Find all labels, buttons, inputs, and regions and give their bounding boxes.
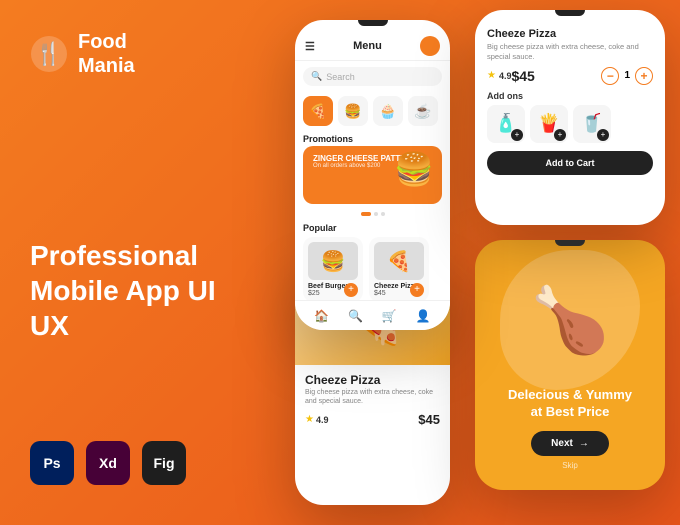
promo-dots [295, 208, 450, 220]
addon-2-badge: + [554, 129, 566, 141]
pizza-rating: 4.9 [316, 415, 329, 425]
phones-area: ☰ Menu 🔍 Search 🍕 🍔 🧁 ☕ Promotions ZINGE… [240, 0, 680, 525]
item-1-image: 🍔 [308, 242, 358, 280]
pizza-rating-price-row: ★ 4.9 $45 [305, 412, 440, 427]
search-placeholder: Search [326, 72, 355, 82]
addon-3[interactable]: 🥤 + [573, 105, 611, 143]
category-pizza[interactable]: 🍕 [303, 96, 333, 126]
qty-plus-button[interactable]: + [635, 67, 653, 85]
rating-price-row: ★ 4.9 $45 − 1 + [487, 67, 653, 85]
item-2-image: 🍕 [374, 242, 424, 280]
logo-area: 🍴 Food Mania [30, 30, 260, 78]
phone-top-right: Cheeze Pizza Big cheese pizza with extra… [475, 10, 665, 225]
addon-2[interactable]: 🍟 + [530, 105, 568, 143]
star-icon: ★ [487, 70, 496, 81]
splash-tagline: Delecious & Yummy at Best Price [508, 387, 632, 421]
nav-home-icon[interactable]: 🏠 [314, 309, 329, 323]
item-2-add-button[interactable]: + [410, 283, 424, 297]
dot-1 [361, 212, 371, 216]
addons-title: Add ons [487, 91, 653, 101]
search-bar[interactable]: 🔍 Search [303, 67, 442, 86]
pizza-title: Cheeze Pizza [305, 373, 440, 387]
pizza-price: $45 [418, 412, 440, 427]
nav-search-icon[interactable]: 🔍 [348, 309, 363, 323]
popular-item-2[interactable]: 🍕 Cheeze Pizza $45 + [369, 237, 429, 302]
skip-label[interactable]: Skip [562, 461, 578, 470]
tool-badges: Ps Xd Fig [30, 441, 260, 495]
promo-burger-image: 🍔 [394, 150, 434, 188]
pizza-detail-content: Cheeze Pizza Big cheese pizza with extra… [295, 365, 450, 435]
badge-figma: Fig [142, 441, 186, 485]
order-item-desc: Big cheese pizza with extra cheese, coke… [487, 42, 653, 62]
next-button[interactable]: Next → [531, 431, 609, 456]
phone-main: ☰ Menu 🔍 Search 🍕 🍔 🧁 ☕ Promotions ZINGE… [295, 20, 450, 330]
badge-photoshop: Ps [30, 441, 74, 485]
addons-list: 🧴 + 🍟 + 🥤 + [487, 105, 653, 143]
nav-profile-icon[interactable]: 👤 [416, 309, 431, 323]
pizza-stars: ★ 4.9 [305, 414, 328, 425]
menu-label: Menu [353, 40, 382, 52]
category-burger[interactable]: 🍔 [338, 96, 368, 126]
svg-text:🍴: 🍴 [35, 41, 62, 67]
popular-title: Popular [295, 220, 450, 235]
pizza-star-icon: ★ [305, 414, 314, 425]
item-1-add-button[interactable]: + [344, 283, 358, 297]
order-detail-content: Cheeze Pizza Big cheese pizza with extra… [475, 18, 665, 191]
logo-icon: 🍴 [30, 35, 68, 73]
avatar [420, 36, 440, 56]
badge-xd: Xd [86, 441, 130, 485]
nav-cart-icon[interactable]: 🛒 [382, 309, 397, 323]
brand-name: Food Mania [78, 30, 135, 78]
tagline: Professional Mobile App UI UX [30, 238, 260, 343]
category-coffee[interactable]: ☕ [408, 96, 438, 126]
order-item-title: Cheeze Pizza [487, 28, 653, 40]
dot-2 [374, 212, 378, 216]
bottom-nav: 🏠 🔍 🛒 👤 [295, 300, 450, 330]
hamburger-icon: ☰ [305, 40, 315, 53]
item-price: $45 [511, 68, 534, 84]
addon-1[interactable]: 🧴 + [487, 105, 525, 143]
search-icon: 🔍 [311, 71, 322, 82]
stars-area: ★ 4.9 [487, 70, 511, 81]
rating-value: 4.9 [499, 71, 512, 81]
notch-bottom-right [555, 240, 585, 246]
promo-banner[interactable]: ZINGER CHEESE PATTY On all orders above … [303, 146, 442, 204]
addon-3-badge: + [597, 129, 609, 141]
addon-1-badge: + [511, 129, 523, 141]
main-phone-header: ☰ Menu [295, 28, 450, 61]
popular-item-1[interactable]: 🍔 Beef Burger $25 + [303, 237, 363, 302]
categories-row: 🍕 🍔 🧁 ☕ [295, 92, 450, 130]
pizza-desc: Big cheese pizza with extra cheese, coke… [305, 388, 440, 406]
notch-top-right [555, 10, 585, 16]
notch-main [358, 20, 388, 26]
arrow-icon: → [579, 438, 589, 449]
category-dessert[interactable]: 🧁 [373, 96, 403, 126]
add-to-cart-button[interactable]: Add to Cart [487, 151, 653, 175]
dot-3 [381, 212, 385, 216]
quantity-control: − 1 + [601, 67, 653, 85]
popular-items: 🍔 Beef Burger $25 + 🍕 Cheeze Pizza $45 + [295, 235, 450, 304]
qty-value: 1 [624, 70, 630, 81]
splash-blob: 🍗 [500, 250, 640, 390]
phone-bottom-right: 🍗 Delecious & Yummy at Best Price Next →… [475, 240, 665, 490]
qty-minus-button[interactable]: − [601, 67, 619, 85]
promotions-title: Promotions [295, 130, 450, 146]
